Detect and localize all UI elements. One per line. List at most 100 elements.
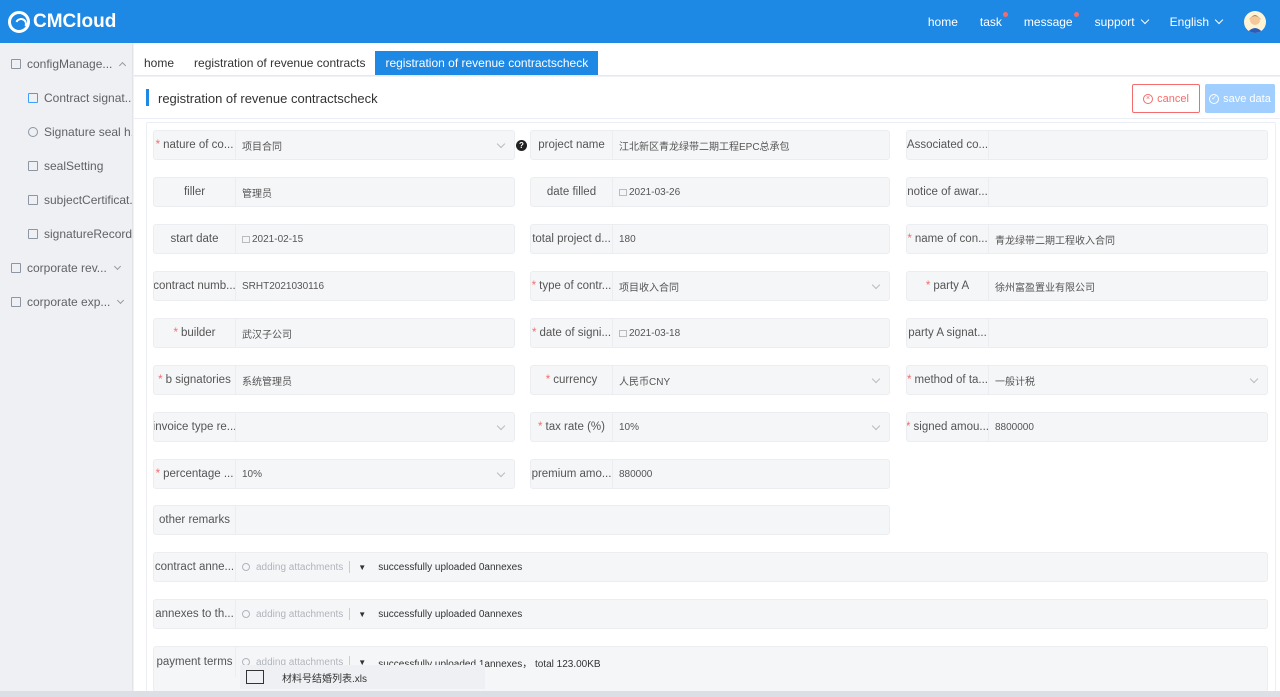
nav-home[interactable]: home bbox=[928, 15, 958, 29]
page-header: registration of revenue contractscheck ×… bbox=[134, 77, 1280, 119]
add-attachment-button[interactable]: adding attachments bbox=[240, 561, 343, 573]
save-button[interactable]: ✓ save data bbox=[1205, 84, 1275, 113]
cancel-button[interactable]: × cancel bbox=[1132, 84, 1200, 113]
field-value: 10% bbox=[242, 468, 263, 480]
chevron-down-icon bbox=[496, 421, 506, 430]
dropdown-triangle-icon[interactable]: ▼ bbox=[358, 563, 366, 572]
field-label: other remarks bbox=[154, 506, 236, 534]
notification-dot bbox=[1073, 11, 1079, 17]
shield-icon bbox=[28, 161, 38, 171]
field-value: 2021-03-26 bbox=[613, 187, 889, 198]
field-label: invoice type re... bbox=[154, 413, 236, 441]
sidebar-item-config-manage[interactable]: configManage... bbox=[0, 47, 132, 81]
field-name-of-contract[interactable]: * name of con... 青龙绿带二期工程收入合同 bbox=[906, 224, 1268, 254]
top-nav: home task message support English bbox=[906, 0, 1266, 43]
nav-support-label: support bbox=[1094, 14, 1135, 29]
contract-form: * nature of co... 项目合同 ? project name 江北新… bbox=[146, 122, 1276, 692]
field-value: 青龙绿带二期工程收入合同 bbox=[995, 235, 1115, 247]
field-project-name[interactable]: project name 江北新区青龙绿带二期工程EPC总承包 bbox=[530, 130, 890, 160]
field-filler[interactable]: filler 管理员 bbox=[153, 177, 515, 207]
cancel-label: cancel bbox=[1157, 92, 1189, 105]
sidebar-item-signature-record[interactable]: signatureRecord bbox=[0, 217, 132, 251]
field-label: * nature of co... bbox=[154, 131, 236, 159]
language-select[interactable]: English bbox=[1169, 14, 1224, 29]
sidebar-item-label: corporate rev... bbox=[27, 261, 107, 275]
help-icon[interactable]: ? bbox=[516, 140, 527, 151]
tab-registration-revenue-contracts[interactable]: registration of revenue contracts bbox=[184, 51, 375, 75]
tab-registration-revenue-contractscheck[interactable]: registration of revenue contractscheck bbox=[375, 51, 599, 75]
field-party-a-signatory[interactable]: party A signat... bbox=[906, 318, 1268, 348]
field-method-of-taxation[interactable]: * method of ta... 一般计税 bbox=[906, 365, 1268, 395]
sidebar-item-label: sealSetting bbox=[44, 159, 104, 173]
field-value: 8800000 bbox=[995, 421, 1034, 433]
record-icon bbox=[28, 229, 38, 239]
sidebar-item-corporate-expense[interactable]: corporate exp... bbox=[0, 285, 132, 319]
avatar[interactable] bbox=[1244, 10, 1266, 33]
field-value: 人民币CNY bbox=[619, 376, 671, 388]
tab-bar: home registration of revenue contracts r… bbox=[134, 43, 1280, 76]
sidebar-item-contract-signature[interactable]: Contract signat... bbox=[0, 81, 132, 115]
field-label: annexes to th... bbox=[154, 600, 236, 628]
nav-message-label: message bbox=[1023, 14, 1073, 29]
tab-home[interactable]: home bbox=[134, 51, 184, 75]
logo[interactable]: CMCloud bbox=[8, 9, 116, 35]
dropdown-triangle-icon[interactable]: ▼ bbox=[358, 610, 366, 619]
paperclip-icon bbox=[240, 608, 252, 620]
user-avatar-icon bbox=[1247, 14, 1263, 33]
attachment-file-name: 材料号结婚列表.xls bbox=[282, 673, 367, 685]
field-notice-of-award[interactable]: notice of awar... bbox=[906, 177, 1268, 207]
attachment-file[interactable]: 材料号结婚列表.xls bbox=[240, 665, 485, 689]
chevron-down-icon bbox=[871, 280, 881, 289]
field-other-remarks[interactable]: other remarks bbox=[153, 505, 890, 535]
document-icon bbox=[11, 297, 21, 307]
field-type-of-contract[interactable]: * type of contr... 项目收入合同 bbox=[530, 271, 890, 301]
top-bar: CMCloud home task message support Englis… bbox=[0, 0, 1280, 43]
field-label: * percentage ... bbox=[154, 460, 236, 488]
field-associated-contract[interactable]: Associated co... bbox=[906, 130, 1268, 160]
field-invoice-type[interactable]: invoice type re... bbox=[153, 412, 515, 442]
field-builder[interactable]: * builder 武汉子公司 bbox=[153, 318, 515, 348]
field-contract-number[interactable]: contract numb... SRHT2021030116 bbox=[153, 271, 515, 301]
language-label: English bbox=[1169, 14, 1209, 29]
field-signed-amount[interactable]: *signed amou... 8800000 bbox=[906, 412, 1268, 442]
field-value: 管理员 bbox=[242, 188, 272, 200]
nav-task[interactable]: task bbox=[980, 11, 1008, 29]
sidebar-item-corporate-revenue[interactable]: corporate rev... bbox=[0, 251, 132, 285]
field-label: Associated co... bbox=[907, 131, 989, 159]
grid-icon bbox=[11, 59, 21, 69]
horizontal-scrollbar[interactable] bbox=[0, 691, 1280, 697]
chevron-down-icon bbox=[113, 262, 121, 271]
field-value: 徐州富盈置业有限公司 bbox=[995, 282, 1095, 294]
nav-support[interactable]: support bbox=[1094, 14, 1149, 29]
nav-home-label: home bbox=[927, 14, 958, 29]
sidebar-item-label: Contract signat... bbox=[44, 91, 132, 105]
check-circle-icon: ✓ bbox=[1209, 93, 1220, 104]
save-label: save data bbox=[1223, 92, 1271, 105]
field-label: notice of awar... bbox=[907, 178, 989, 206]
field-premium-amount[interactable]: premium amo... 880000 bbox=[530, 459, 890, 489]
field-party-a[interactable]: * party A 徐州富盈置业有限公司 bbox=[906, 271, 1268, 301]
sidebar-item-subject-certificate[interactable]: subjectCertificat... bbox=[0, 183, 132, 217]
field-date-of-signing[interactable]: * date of signi... 2021-03-18 bbox=[530, 318, 890, 348]
field-date-filled[interactable]: date filled 2021-03-26 bbox=[530, 177, 890, 207]
field-total-project-duration[interactable]: total project d... 180 bbox=[530, 224, 890, 254]
field-label: * name of con... bbox=[907, 225, 989, 253]
field-start-date[interactable]: start date 2021-02-15 bbox=[153, 224, 515, 254]
field-percentage[interactable]: * percentage ... 10% bbox=[153, 459, 515, 489]
sidebar-item-signature-seal[interactable]: Signature seal h... bbox=[0, 115, 132, 149]
sidebar-item-seal-setting[interactable]: sealSetting bbox=[0, 149, 132, 183]
chevron-down-icon bbox=[871, 374, 881, 383]
field-tax-rate[interactable]: * tax rate (%) 10% bbox=[530, 412, 890, 442]
chevron-up-icon bbox=[119, 61, 127, 70]
field-label: contract anne... bbox=[154, 553, 236, 581]
field-b-signatories[interactable]: * b signatories 系统管理员 bbox=[153, 365, 515, 395]
field-nature-of-contract[interactable]: * nature of co... 项目合同 bbox=[153, 130, 515, 160]
field-label: project name bbox=[531, 131, 613, 159]
page-title: registration of revenue contractscheck bbox=[158, 91, 378, 106]
nav-message[interactable]: message bbox=[1023, 11, 1079, 29]
add-attachment-button[interactable]: adding attachments bbox=[240, 608, 343, 620]
field-currency[interactable]: * currency 人民币CNY bbox=[530, 365, 890, 395]
field-value: 2021-03-18 bbox=[613, 328, 889, 339]
chevron-down-icon bbox=[117, 296, 125, 305]
field-value: 江北新区青龙绿带二期工程EPC总承包 bbox=[619, 141, 790, 153]
